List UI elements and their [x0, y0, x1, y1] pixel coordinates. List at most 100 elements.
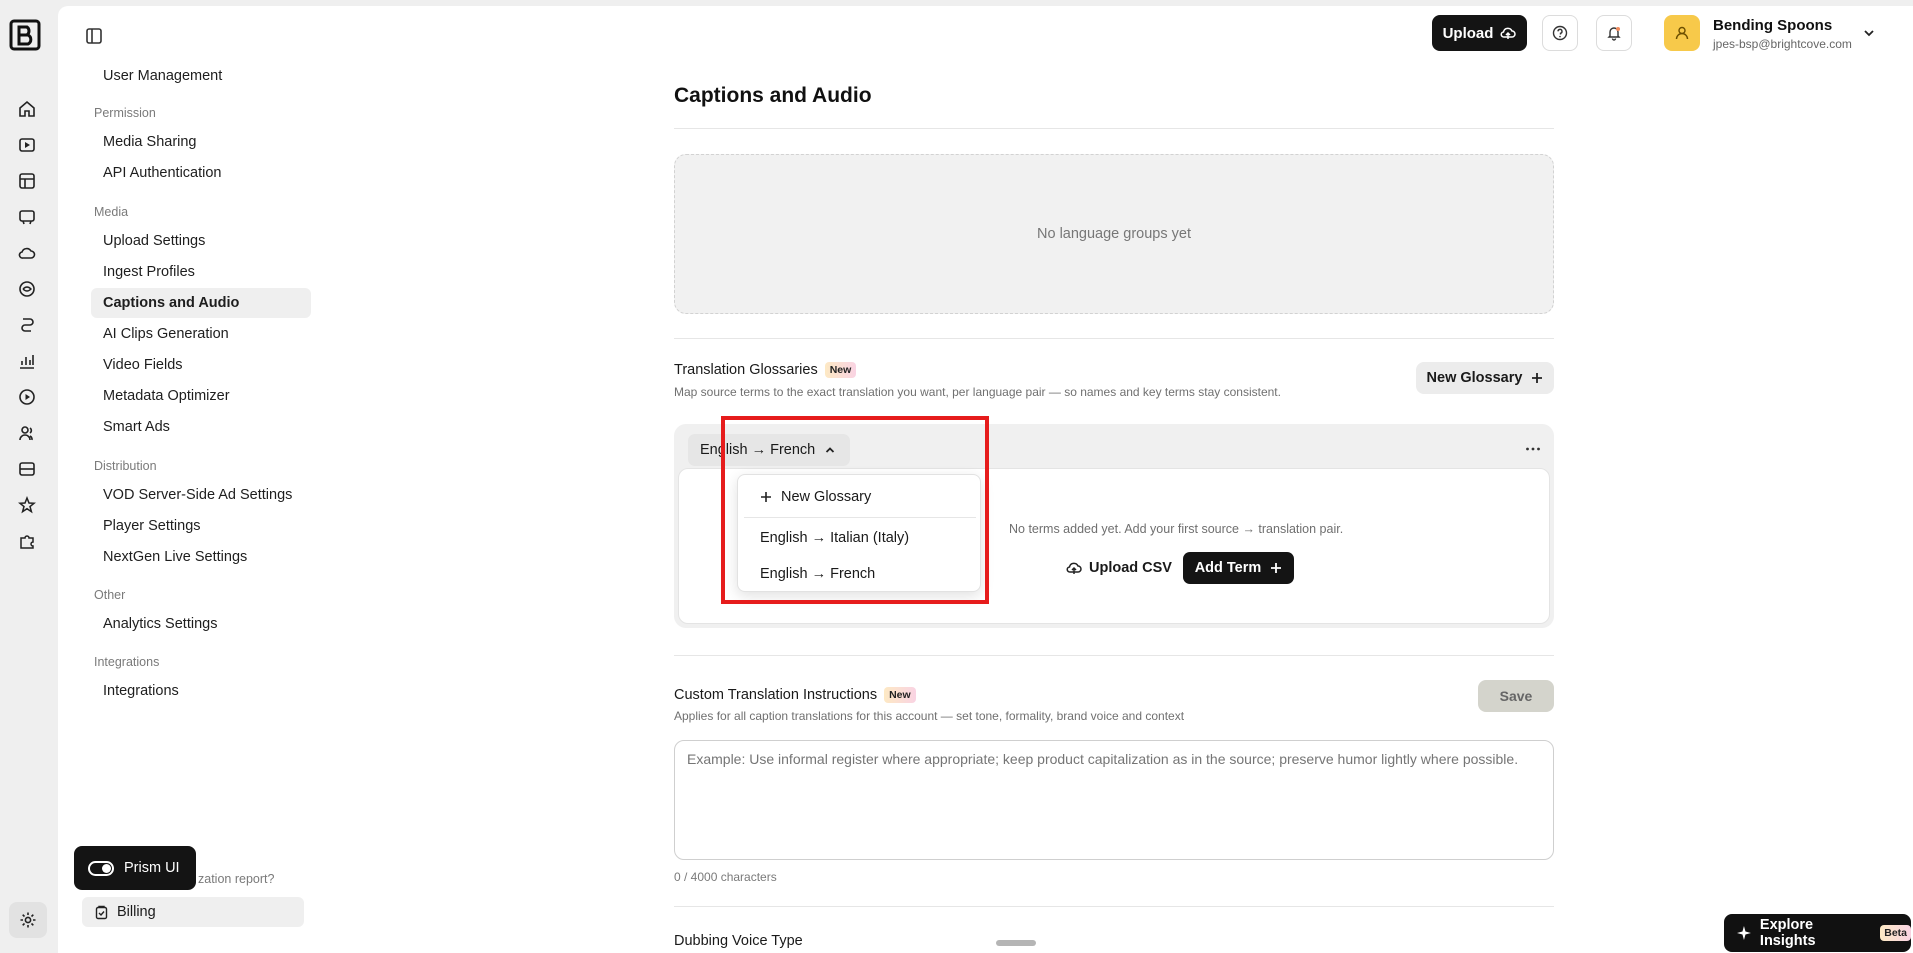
live-icon[interactable] [16, 278, 38, 300]
media-icon[interactable] [16, 134, 38, 156]
save-button[interactable]: Save [1478, 680, 1554, 712]
char-count: 0 / 4000 characters [674, 870, 777, 884]
star-icon[interactable] [16, 494, 38, 516]
add-term-button[interactable]: Add Term [1183, 552, 1294, 584]
help-button[interactable] [1542, 15, 1578, 51]
nav-captions-and-audio[interactable]: Captions and Audio [91, 288, 311, 318]
avatar[interactable] [1664, 15, 1700, 51]
glossaries-title: Translation Glossaries New [674, 362, 857, 378]
analytics-icon[interactable] [16, 350, 38, 372]
cloud-upload-icon [1500, 27, 1517, 39]
help-icon [1552, 25, 1568, 41]
icon-rail [0, 0, 58, 953]
explore-label: Explore Insights [1759, 917, 1816, 949]
category-integrations: Integrations [94, 655, 160, 669]
no-terms-text: No terms added yet. Add your first sourc… [1009, 522, 1344, 536]
nav-integrations[interactable]: Integrations [91, 676, 311, 706]
billing-label: Billing [117, 904, 156, 920]
sparkle-icon [1736, 926, 1751, 940]
upload-label: Upload [1442, 24, 1494, 42]
divider [674, 128, 1554, 129]
prism-ui-toggle[interactable]: Prism UI [74, 846, 196, 890]
dropdown-new-glossary[interactable]: New Glossary [738, 479, 982, 515]
glossary-selector[interactable]: English → French [688, 434, 850, 466]
nav-user-management[interactable]: User Management [91, 66, 311, 84]
storage-icon[interactable] [16, 458, 38, 480]
nav-api-authentication[interactable]: API Authentication [91, 158, 311, 188]
notifications-button[interactable] [1596, 15, 1632, 51]
glossary-selected-pair: English → French [700, 442, 816, 458]
cloud-upload-icon [1066, 562, 1082, 574]
dropdown-option[interactable]: English → French [738, 556, 982, 592]
users-icon[interactable] [16, 422, 38, 444]
play-circle-icon[interactable] [16, 386, 38, 408]
nav-media-sharing[interactable]: Media Sharing [91, 127, 311, 157]
cloud-icon[interactable] [16, 242, 38, 264]
settings-gear-icon[interactable] [9, 902, 47, 938]
explore-insights-button[interactable]: Explore Insights Beta [1724, 914, 1911, 952]
category-media: Media [94, 205, 129, 219]
home-icon[interactable] [16, 98, 38, 120]
upload-button[interactable]: Upload [1432, 15, 1527, 51]
page-title: Captions and Audio [674, 84, 872, 107]
prism-label: Prism UI [124, 860, 180, 876]
toggle-switch-icon [88, 860, 114, 876]
upload-csv-label: Upload CSV [1089, 560, 1172, 576]
glossaries-title-text: Translation Glossaries [674, 362, 818, 378]
plus-icon [1532, 373, 1543, 383]
more-options-icon[interactable] [1524, 440, 1542, 458]
account-name[interactable]: Bending Spoons [1713, 17, 1832, 34]
nav-metadata-optimizer[interactable]: Metadata Optimizer [91, 381, 311, 411]
divider [674, 655, 1554, 656]
brightcove-logo-icon[interactable] [8, 18, 44, 54]
bell-icon [1607, 27, 1621, 41]
new-glossary-button[interactable]: New Glossary [1416, 362, 1554, 394]
user-icon [1675, 26, 1689, 40]
scroll-indicator[interactable] [996, 940, 1036, 946]
nav-ingest-profiles[interactable]: Ingest Profiles [91, 257, 311, 287]
upload-csv-button[interactable]: Upload CSV [1058, 551, 1180, 585]
main-panel: Upload Bending Spoons jpes-bsp@brightcov… [58, 6, 1913, 953]
chevron-up-icon [826, 447, 835, 453]
instructions-textarea[interactable] [674, 740, 1554, 860]
ai-brain-icon[interactable] [16, 314, 38, 336]
dropdown-option[interactable]: English → Italian (Italy) [738, 520, 982, 556]
chevron-down-icon[interactable] [1862, 26, 1876, 40]
nav-billing[interactable]: Billing [82, 897, 304, 927]
nav-player-settings[interactable]: Player Settings [91, 511, 311, 541]
nav-smart-ads[interactable]: Smart Ads [91, 412, 311, 442]
nav-upload-settings[interactable]: Upload Settings [91, 226, 311, 256]
new-glossary-label: New Glossary [1426, 370, 1523, 386]
dropdown-new-glossary-label: New Glossary [781, 489, 872, 505]
glossary-dropdown: New Glossary English → Italian (Italy) E… [737, 474, 981, 592]
divider [674, 338, 1554, 339]
nav-vod-ssai[interactable]: VOD Server-Side Ad Settings [91, 480, 311, 510]
category-permission: Permission [94, 106, 156, 120]
plus-icon [1271, 563, 1282, 573]
glossaries-subtitle: Map source terms to the exact translatio… [674, 385, 1281, 399]
plus-icon [761, 492, 771, 502]
players-icon[interactable] [16, 206, 38, 228]
dubbing-title: Dubbing Voice Type [674, 933, 803, 949]
new-badge: New [824, 362, 857, 378]
instructions-subtitle: Applies for all caption translations for… [674, 709, 1185, 723]
account-email: jpes-bsp@brightcove.com [1713, 37, 1852, 51]
nav-nextgen-live-settings[interactable]: NextGen Live Settings [91, 542, 311, 572]
empty-groups-text: No language groups yet [1037, 226, 1191, 242]
language-groups-empty: No language groups yet [674, 154, 1554, 314]
nav-video-fields[interactable]: Video Fields [91, 350, 311, 380]
nav-analytics-settings[interactable]: Analytics Settings [91, 609, 311, 639]
instructions-title: Custom Translation Instructions New [674, 687, 916, 703]
clipboard-icon [95, 905, 108, 919]
divider [674, 906, 1554, 907]
puzzle-icon[interactable] [16, 530, 38, 552]
save-label: Save [1499, 688, 1533, 704]
beta-badge: Beta [1880, 925, 1911, 941]
category-other: Other [94, 588, 126, 602]
instructions-title-text: Custom Translation Instructions [674, 687, 878, 703]
nav-ai-clips-generation[interactable]: AI Clips Generation [91, 319, 311, 349]
dropdown-divider [744, 517, 976, 518]
playlists-icon[interactable] [16, 170, 38, 192]
sidebar-toggle-icon[interactable] [82, 24, 106, 48]
category-distribution: Distribution [94, 459, 157, 473]
